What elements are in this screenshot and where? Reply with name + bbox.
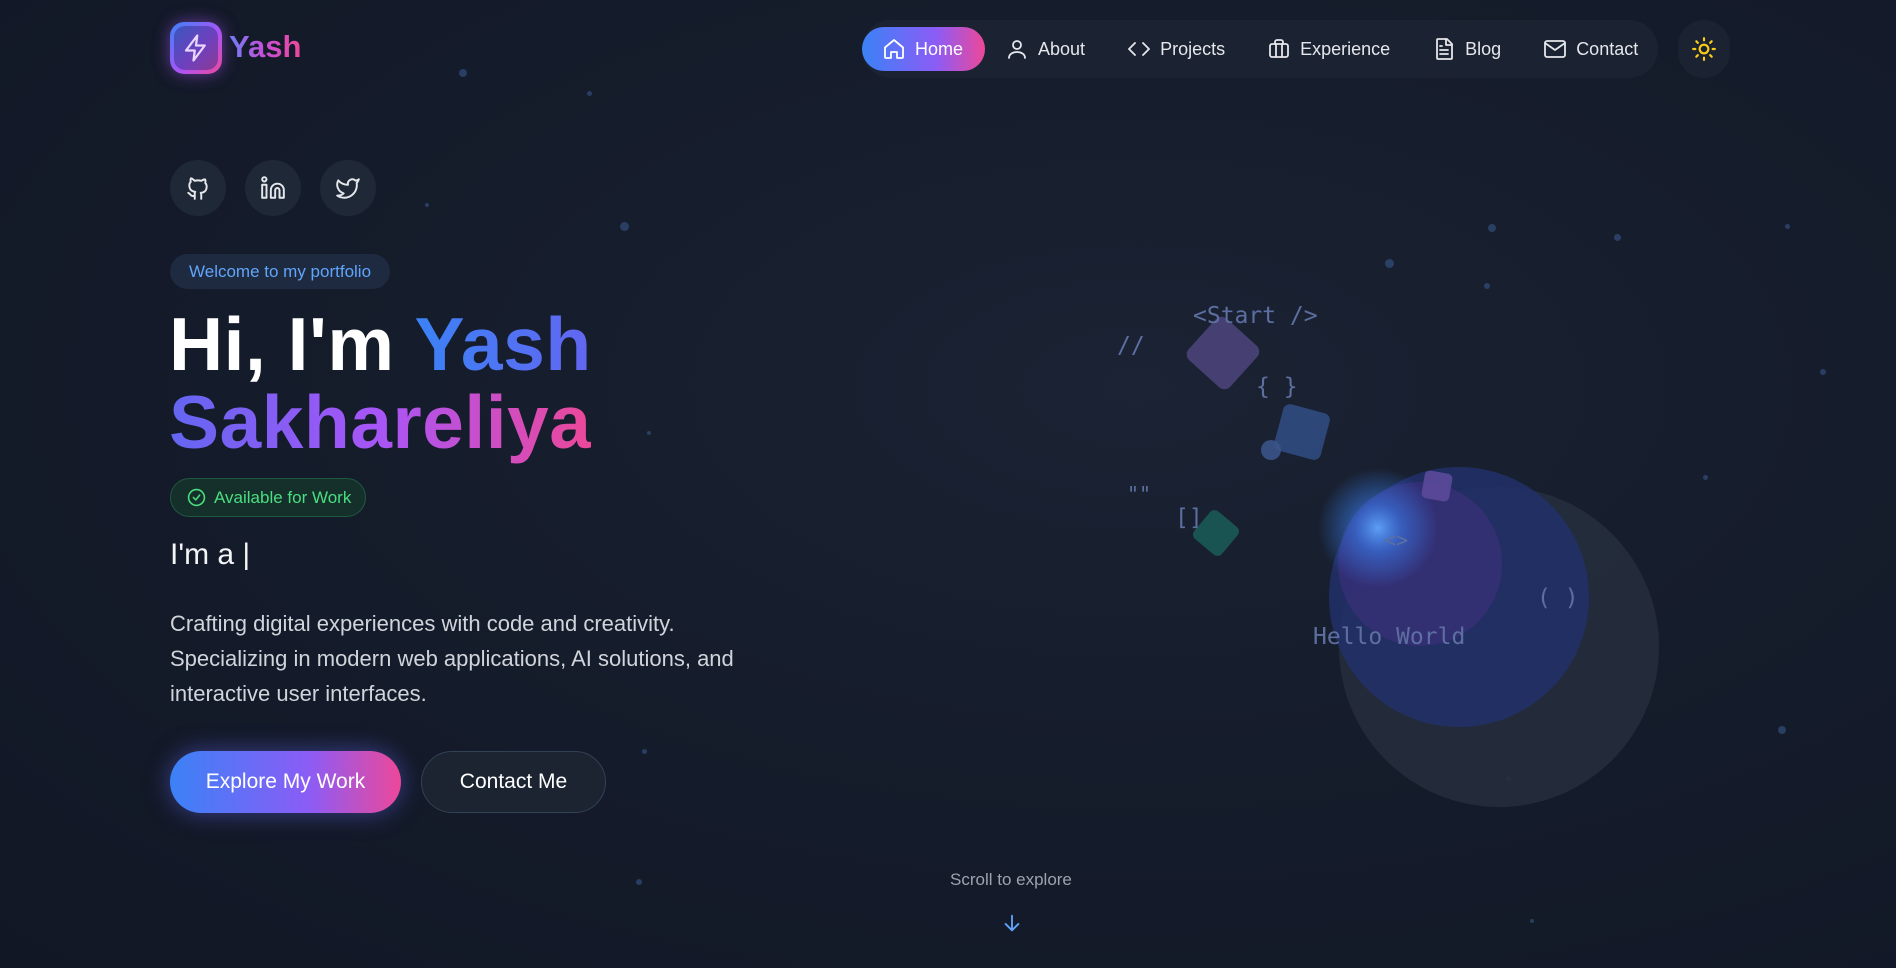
nav-item-home[interactable]: Home xyxy=(862,27,986,71)
scroll-hint: Scroll to explore xyxy=(950,870,1072,889)
nav-item-label: Experience xyxy=(1300,38,1391,59)
nav-item-label: Contact xyxy=(1576,38,1639,59)
background-dot xyxy=(425,203,429,207)
background-dot xyxy=(636,879,642,885)
greeting-text: Hi, I'm xyxy=(169,302,415,386)
background-dot xyxy=(642,749,647,754)
check-circle-icon xyxy=(187,488,206,507)
background-dot xyxy=(459,69,467,77)
scroll-down-button[interactable] xyxy=(1001,912,1023,939)
code-icon xyxy=(1128,42,1150,56)
violet-square xyxy=(1421,470,1453,502)
background-dot xyxy=(1614,234,1621,241)
code-parens: ( ) xyxy=(1537,585,1579,611)
nav-item-label: Projects xyxy=(1160,38,1226,59)
code-braces: { } xyxy=(1256,374,1298,400)
twitter-link[interactable] xyxy=(320,160,376,216)
small-dot xyxy=(1261,440,1281,460)
nav-item-blog[interactable]: Blog xyxy=(1412,27,1523,71)
user-icon xyxy=(1008,40,1026,59)
mail-icon xyxy=(1544,40,1567,58)
background-dot xyxy=(1703,475,1708,480)
code-hello-world: Hello World xyxy=(1313,624,1466,650)
briefcase-icon xyxy=(1269,39,1289,58)
code-comment: // xyxy=(1117,333,1145,359)
linkedin-icon xyxy=(261,176,285,199)
linkedin-link[interactable] xyxy=(245,160,301,216)
logo[interactable] xyxy=(170,22,222,74)
code-angle: <> xyxy=(1384,528,1409,552)
background-dot xyxy=(1385,259,1394,268)
sun-icon xyxy=(1692,37,1716,61)
github-icon xyxy=(187,177,208,200)
background-dot xyxy=(620,222,629,231)
nav-item-label: Blog xyxy=(1465,38,1502,59)
home-icon xyxy=(884,39,904,59)
nav-item-label: Home xyxy=(915,38,964,59)
code-start-tag: <Start /> xyxy=(1193,303,1318,329)
arrow-down-icon xyxy=(1004,914,1020,932)
availability-label: Available for Work xyxy=(214,487,352,507)
background-dot xyxy=(1785,224,1790,229)
twitter-icon xyxy=(336,178,360,199)
logo-text[interactable]: Yash xyxy=(229,29,301,65)
github-link[interactable] xyxy=(170,160,226,216)
welcome-badge: Welcome to my portfolio xyxy=(170,254,391,289)
explore-work-button[interactable]: Explore My Work xyxy=(170,751,401,813)
code-quotes: "" xyxy=(1127,482,1152,506)
document-icon xyxy=(1436,38,1454,60)
background-dot xyxy=(647,431,651,435)
main-nav: Home About Projects Experience Blog Cont… xyxy=(862,20,1658,78)
background-dot xyxy=(1820,369,1826,375)
nav-item-about[interactable]: About xyxy=(985,27,1107,71)
blue-square xyxy=(1274,404,1330,460)
role-typer: I'm a | xyxy=(170,538,251,571)
glow-orb xyxy=(1318,468,1438,588)
nav-item-contact[interactable]: Contact xyxy=(1523,27,1660,71)
background-dot xyxy=(1530,919,1534,923)
lightning-icon xyxy=(184,34,206,62)
first-name: Yash xyxy=(414,302,592,386)
background-dot xyxy=(1778,726,1786,734)
hero-description: Crafting digital experiences with code a… xyxy=(170,611,734,706)
nav-item-projects[interactable]: Projects xyxy=(1107,27,1247,71)
nav-item-experience[interactable]: Experience xyxy=(1247,27,1412,71)
nav-item-label: About xyxy=(1038,38,1086,59)
background-dot xyxy=(587,91,592,96)
availability-badge: Available for Work xyxy=(170,478,367,517)
hero-heading: Hi, I'm Yash Sakhareliya xyxy=(169,305,592,461)
background-dot xyxy=(1488,224,1496,232)
code-brackets: [] xyxy=(1175,505,1203,531)
theme-toggle-button[interactable] xyxy=(1678,20,1730,78)
contact-me-button[interactable]: Contact Me xyxy=(421,751,606,813)
last-name: Sakhareliya xyxy=(169,380,592,464)
